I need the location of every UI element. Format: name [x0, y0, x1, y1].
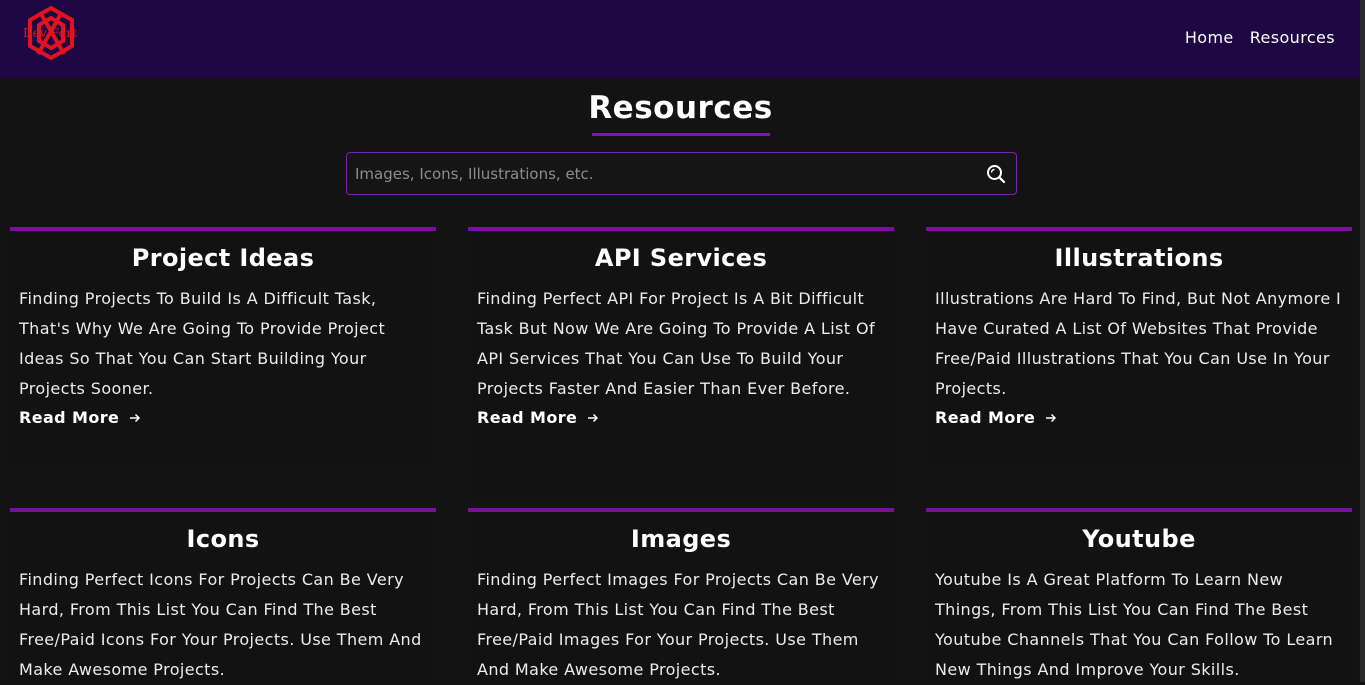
card-project-ideas: Project Ideas Finding Projects To Build … — [10, 227, 436, 467]
card-title: Illustrations — [1054, 244, 1224, 272]
page-title: Resources — [588, 90, 773, 126]
read-more-link[interactable]: Read More — [477, 408, 599, 427]
card-api-services: API Services Finding Perfect API For Pro… — [468, 227, 894, 497]
search-icon[interactable] — [986, 164, 1006, 184]
card-illustrations: Illustrations Illustrations Are Hard To … — [926, 227, 1352, 467]
read-more-label: Read More — [19, 408, 120, 427]
nav-links: Home Resources — [1185, 28, 1335, 47]
card-title: Icons — [186, 525, 260, 553]
arrow-right-icon — [588, 413, 599, 422]
navbar: Dev Fort Home Resources — [0, 0, 1365, 78]
read-more-label: Read More — [477, 408, 578, 427]
card-description: Finding Perfect Icons For Projects Can B… — [19, 570, 422, 679]
nav-link-home[interactable]: Home — [1185, 28, 1234, 47]
search-input[interactable] — [355, 153, 975, 194]
card-description: Finding Perfect Images For Projects Can … — [477, 570, 880, 679]
card-images: Images Finding Perfect Images For Projec… — [468, 508, 894, 682]
card-description: Illustrations Are Hard To Find, But Not … — [935, 289, 1342, 398]
read-more-link[interactable]: Read More — [935, 408, 1057, 427]
card-title: Project Ideas — [131, 244, 315, 272]
arrow-right-icon — [1046, 413, 1057, 422]
logo-text: Dev Fort — [22, 26, 78, 40]
card-description: Finding Perfect API For Project Is A Bit… — [477, 289, 875, 398]
card-description: Finding Projects To Build Is A Difficult… — [19, 289, 386, 398]
search-box — [346, 152, 1017, 195]
title-underline — [592, 133, 770, 136]
arrow-right-icon — [130, 413, 141, 422]
read-more-label: Read More — [935, 408, 1036, 427]
card-title: Youtube — [1082, 525, 1196, 553]
card-title: API Services — [594, 244, 768, 272]
card-icons: Icons Finding Perfect Icons For Projects… — [10, 508, 436, 682]
card-title: Images — [630, 525, 732, 553]
nav-link-resources[interactable]: Resources — [1250, 28, 1335, 47]
card-youtube: Youtube Youtube Is A Great Platform To L… — [926, 508, 1352, 682]
read-more-link[interactable]: Read More — [19, 408, 141, 427]
card-description: Youtube Is A Great Platform To Learn New… — [935, 570, 1334, 679]
